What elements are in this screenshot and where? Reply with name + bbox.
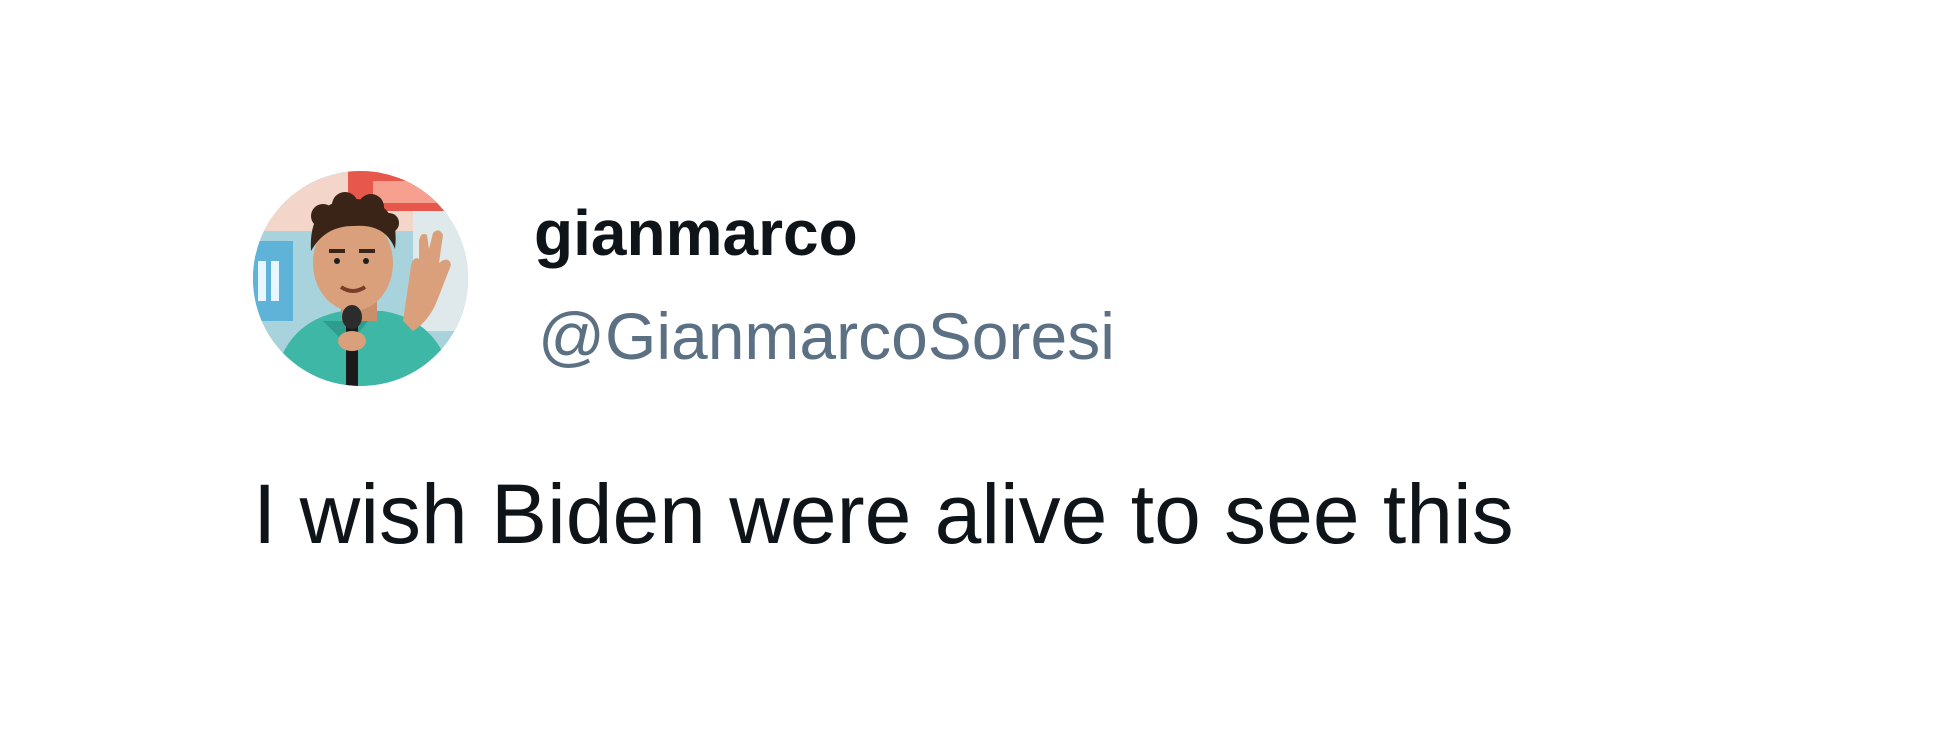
tweet-text: I wish Biden were alive to see this xyxy=(253,467,1514,561)
user-handle[interactable]: @GianmarcoSoresi xyxy=(538,298,1115,374)
profile-photo-icon xyxy=(253,171,468,386)
avatar[interactable] xyxy=(253,171,468,386)
tweet-card: gianmarco @GianmarcoSoresi I wish Biden … xyxy=(0,0,1943,737)
display-name[interactable]: gianmarco xyxy=(534,196,858,270)
